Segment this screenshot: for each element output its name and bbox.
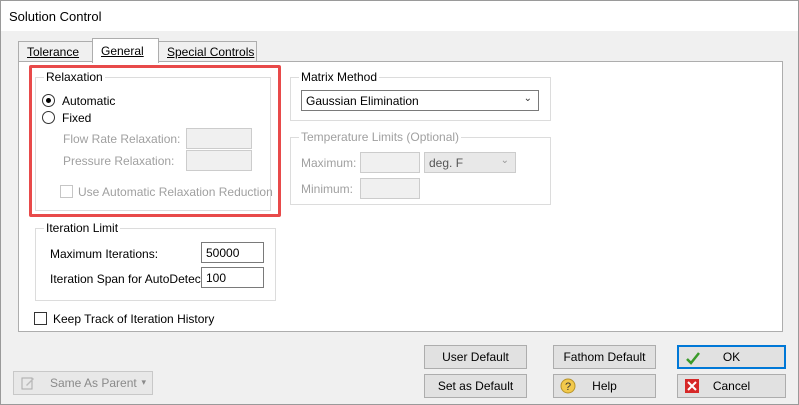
- window-title: Solution Control: [9, 9, 102, 24]
- temperature-unit-select[interactable]: deg. F ⌄: [424, 152, 516, 173]
- ok-button[interactable]: OK: [677, 345, 786, 369]
- max-iterations-field[interactable]: 50000: [201, 242, 264, 263]
- same-as-parent-label: Same As Parent: [50, 376, 137, 390]
- set-as-default-button[interactable]: Set as Default: [424, 374, 527, 398]
- title-bar: Solution Control: [1, 1, 798, 31]
- help-button[interactable]: ? Help: [553, 374, 656, 398]
- iteration-limit-group-label: Iteration Limit: [44, 221, 121, 235]
- cancel-label: Cancel: [712, 379, 751, 393]
- ok-label: OK: [722, 350, 741, 364]
- temperature-maximum-label: Maximum:: [301, 156, 357, 170]
- tab-special-controls[interactable]: Special Controls: [158, 41, 257, 61]
- user-default-button[interactable]: User Default: [424, 345, 527, 369]
- matrix-method-group-label: Matrix Method: [299, 70, 380, 84]
- matrix-method-select[interactable]: Gaussian Elimination ⌄: [301, 90, 539, 111]
- keep-track-checkbox[interactable]: [34, 312, 47, 325]
- temperature-limits-group-label: Temperature Limits (Optional): [299, 130, 462, 144]
- temperature-maximum-field[interactable]: [360, 152, 420, 173]
- matrix-method-value: Gaussian Elimination: [306, 94, 419, 108]
- max-iterations-label: Maximum Iterations:: [50, 247, 159, 261]
- temperature-minimum-field[interactable]: [360, 178, 420, 199]
- chevron-down-icon: ⌄: [500, 155, 509, 166]
- relaxation-highlight-box: [29, 65, 281, 217]
- tab-general[interactable]: General: [92, 38, 159, 63]
- user-default-label: User Default: [442, 350, 509, 364]
- solution-control-dialog: Solution Control Tolerance General Speci…: [0, 0, 799, 405]
- chevron-down-icon: ⌄: [523, 93, 532, 104]
- help-label: Help: [592, 379, 617, 393]
- temperature-minimum-label: Minimum:: [301, 182, 354, 196]
- iteration-span-field[interactable]: 100: [201, 267, 264, 288]
- cancel-button[interactable]: Cancel: [677, 374, 786, 398]
- help-icon: ?: [560, 378, 576, 394]
- tab-general-label: General: [101, 44, 144, 58]
- iteration-span-label: Iteration Span for AutoDetect:: [50, 272, 208, 286]
- checkmark-icon: [686, 352, 700, 365]
- cancel-icon: [685, 379, 699, 393]
- tab-tolerance-label: Tolerance: [27, 45, 80, 59]
- fathom-default-button[interactable]: Fathom Default: [553, 345, 656, 369]
- keep-track-label: Keep Track of Iteration History: [53, 312, 215, 326]
- temperature-unit-value: deg. F: [429, 156, 464, 170]
- set-as-default-label: Set as Default: [437, 379, 514, 393]
- tab-tolerance[interactable]: Tolerance: [18, 41, 93, 61]
- svg-text:?: ?: [565, 381, 571, 393]
- dropdown-arrow-icon: ▾: [141, 377, 146, 387]
- fathom-default-label: Fathom Default: [563, 350, 646, 364]
- same-as-parent-button[interactable]: Same As Parent ▾: [13, 371, 153, 395]
- edit-icon: [21, 377, 34, 390]
- tab-special-controls-label: Special Controls: [167, 45, 255, 59]
- iteration-limit-group: Iteration Limit: [35, 221, 276, 301]
